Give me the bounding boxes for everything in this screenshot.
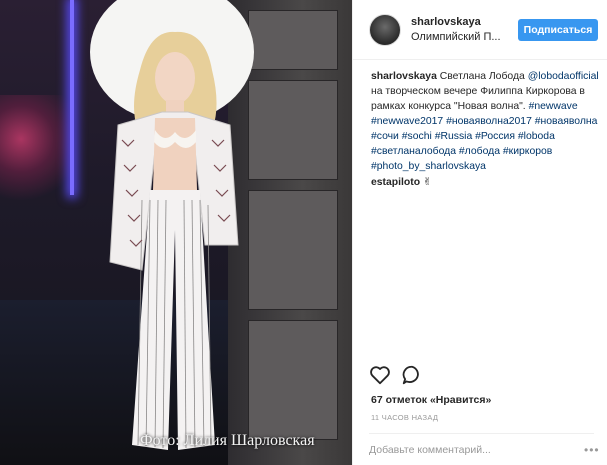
caption-link[interactable]: #newwave2017 (371, 116, 443, 127)
caption-link[interactable]: #новаяволна2017 (446, 116, 532, 127)
comment-item: estapiloto ✌ (371, 176, 432, 188)
location-link[interactable]: Олимпийский П... (411, 31, 501, 43)
post-caption: sharlovskaya Светлана Лобода @lobodaoffi… (371, 69, 601, 174)
woman-figure-illustration (90, 0, 254, 450)
profile-avatar[interactable] (369, 14, 401, 46)
caption-link[interactable]: #newwave (529, 101, 578, 112)
caption-link[interactable]: #Россия (475, 131, 515, 142)
caption-link[interactable]: #sochi (402, 131, 432, 142)
post-photo[interactable]: Фото: Лилия Шарловская (0, 0, 352, 465)
caption-author[interactable]: sharlovskaya (371, 71, 437, 82)
caption-body: Светлана Лобода @lobodaofficial на творч… (371, 71, 599, 172)
caption-link[interactable]: #лобода (459, 146, 500, 157)
post-header: sharlovskaya Олимпийский П... Подписатьс… (353, 0, 607, 60)
post-sidebar: sharlovskaya Олимпийский П... Подписатьс… (352, 0, 607, 465)
likes-number: 67 (371, 394, 383, 406)
caption-link[interactable]: #photo_by_sharlovskaya (371, 161, 486, 172)
caption-text: Светлана Лобода (439, 71, 528, 82)
author-username[interactable]: sharlovskaya (411, 16, 481, 28)
photo-caption-watermark: Фото: Лилия Шарловская (140, 432, 315, 449)
speech-bubble-icon[interactable] (401, 364, 425, 388)
caption-link[interactable]: #сочи (371, 131, 399, 142)
caption-link[interactable]: #loboda (518, 131, 555, 142)
caption-link[interactable]: #светланалобода (371, 146, 456, 157)
caption-link[interactable]: #новаяволна (535, 116, 598, 127)
caption-link[interactable]: @lobodaofficial (528, 71, 599, 82)
heart-icon[interactable] (369, 364, 393, 388)
more-options-icon[interactable]: ••• (584, 443, 600, 457)
comment-author[interactable]: estapiloto (371, 177, 420, 188)
comment-text: ✌ (422, 177, 432, 188)
likes-label: отметок «Нравится» (385, 394, 492, 406)
divider (369, 433, 594, 434)
follow-button[interactable]: Подписаться (518, 19, 598, 41)
likes-count[interactable]: 67 отметок «Нравится» (371, 394, 491, 406)
action-bar (369, 364, 599, 388)
comment-input[interactable] (369, 440, 594, 460)
caption-link[interactable]: #Russia (435, 131, 473, 142)
post-timestamp[interactable]: 11 ЧАСОВ НАЗАД (371, 413, 438, 422)
caption-link[interactable]: #киркоров (503, 146, 552, 157)
